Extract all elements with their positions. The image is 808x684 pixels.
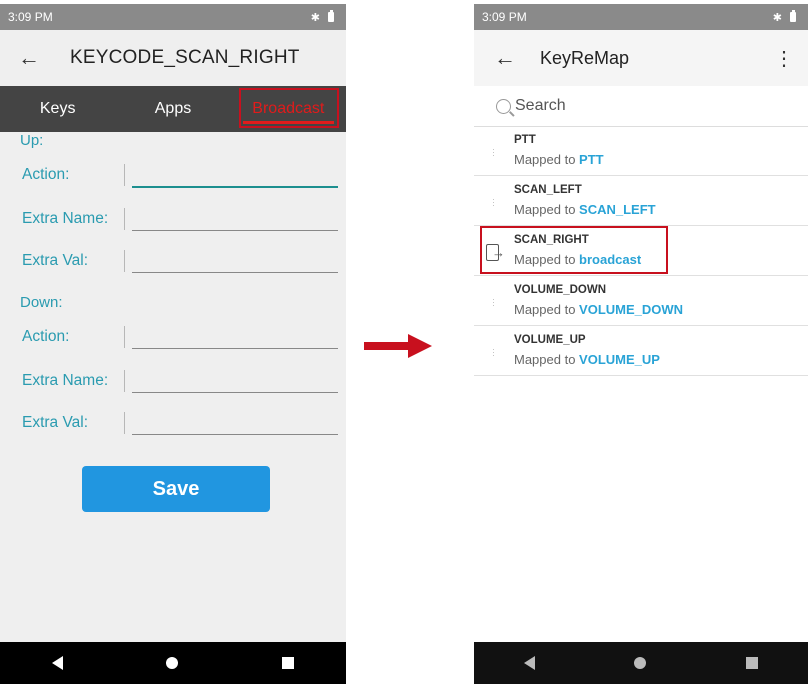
right-phone-screen: 3:09 PM ✱ ← KeyReMap ⋮ Search · · · PTT Ma…: [474, 4, 808, 684]
search-input[interactable]: Search: [474, 86, 808, 127]
up-extra-name-label: Extra Name:: [22, 210, 109, 227]
bluetooth-icon: ✱: [310, 11, 320, 24]
item-mapping: Mapped to SCAN_LEFT: [514, 202, 656, 217]
down-action-field[interactable]: [132, 348, 338, 349]
field-divider: [124, 208, 125, 230]
back-arrow-icon[interactable]: ←: [18, 45, 48, 71]
list-item-scan-left[interactable]: · · · SCAN_LEFT Mapped to SCAN_LEFT: [474, 176, 808, 226]
down-extra-val-field[interactable]: [132, 434, 338, 435]
field-divider: [124, 370, 125, 392]
list-item-volume-down[interactable]: · · · VOLUME_DOWN Mapped to VOLUME_DOWN: [474, 276, 808, 326]
broadcast-tab-highlight-box: [239, 88, 339, 128]
nav-back-icon[interactable]: [51, 656, 63, 670]
down-section-label: Down:: [20, 294, 63, 311]
nav-recents-icon[interactable]: [746, 657, 759, 669]
drag-handle-icon[interactable]: · · ·: [492, 295, 495, 310]
status-bar: 3:09 PM ✱: [474, 4, 808, 30]
save-button[interactable]: Save: [82, 466, 270, 512]
status-bar: 3:09 PM ✱: [0, 4, 346, 30]
battery-icon: [328, 10, 334, 22]
overflow-menu-icon[interactable]: ⋮: [774, 46, 794, 71]
tab-bar: Keys Apps Broadcast: [0, 86, 346, 132]
tab-apps[interactable]: Apps: [115, 86, 230, 132]
title-bar: ← KEYCODE_SCAN_RIGHT: [0, 30, 346, 86]
title-bar: ← KeyReMap ⋮: [474, 30, 808, 86]
up-action-label: Action:: [22, 166, 70, 183]
search-icon: [496, 98, 511, 114]
left-phone-screen: 3:09 PM ✱ ← KEYCODE_SCAN_RIGHT Keys Apps…: [0, 4, 346, 684]
nav-recents-icon[interactable]: [282, 657, 295, 669]
up-extra-val-field[interactable]: [132, 272, 338, 273]
up-action-field[interactable]: [132, 186, 338, 188]
down-extra-name-field[interactable]: [132, 392, 338, 393]
status-icons: ✱: [310, 10, 334, 24]
drag-handle-icon[interactable]: · · ·: [492, 345, 495, 360]
down-extra-val-label: Extra Val:: [22, 414, 89, 431]
android-nav-bar: [0, 642, 346, 684]
field-divider: [124, 164, 125, 186]
page-title: KeyReMap: [540, 47, 630, 68]
status-time: 3:09 PM: [8, 10, 53, 24]
nav-home-icon[interactable]: [634, 657, 647, 669]
page-title: KEYCODE_SCAN_RIGHT: [70, 47, 300, 68]
item-mapping: Mapped to VOLUME_DOWN: [514, 302, 684, 317]
item-mapping: Mapped to VOLUME_UP: [514, 352, 660, 367]
nav-back-icon[interactable]: [523, 656, 535, 670]
field-divider: [124, 326, 125, 348]
status-time: 3:09 PM: [482, 10, 527, 24]
search-placeholder: Search: [515, 97, 566, 114]
item-name: VOLUME_DOWN: [514, 284, 606, 296]
drag-handle-icon[interactable]: · · ·: [492, 145, 495, 160]
down-action-label: Action:: [22, 328, 70, 345]
drag-handle-icon[interactable]: · · ·: [492, 195, 495, 210]
scan-right-highlight-box: [480, 226, 668, 274]
back-arrow-icon[interactable]: ←: [494, 45, 524, 71]
status-icons: ✱: [772, 10, 796, 24]
item-mapping: Mapped to PTT: [514, 152, 604, 167]
up-extra-val-label: Extra Val:: [22, 252, 89, 269]
down-extra-name-label: Extra Name:: [22, 372, 109, 389]
nav-home-icon[interactable]: [166, 657, 179, 669]
field-divider: [124, 250, 125, 272]
android-nav-bar: [474, 642, 808, 684]
list-item-volume-up[interactable]: · · · VOLUME_UP Mapped to VOLUME_UP: [474, 326, 808, 376]
tab-keys[interactable]: Keys: [0, 86, 115, 132]
up-section-label: Up:: [20, 132, 44, 149]
flow-arrow-icon: [364, 334, 432, 358]
battery-icon: [790, 10, 796, 22]
up-extra-name-field[interactable]: [132, 230, 338, 231]
item-name: PTT: [514, 134, 536, 146]
field-divider: [124, 412, 125, 434]
list-item-ptt[interactable]: · · · PTT Mapped to PTT: [474, 126, 808, 176]
item-name: SCAN_LEFT: [514, 184, 582, 196]
item-name: VOLUME_UP: [514, 334, 586, 346]
bluetooth-icon: ✱: [772, 11, 782, 24]
